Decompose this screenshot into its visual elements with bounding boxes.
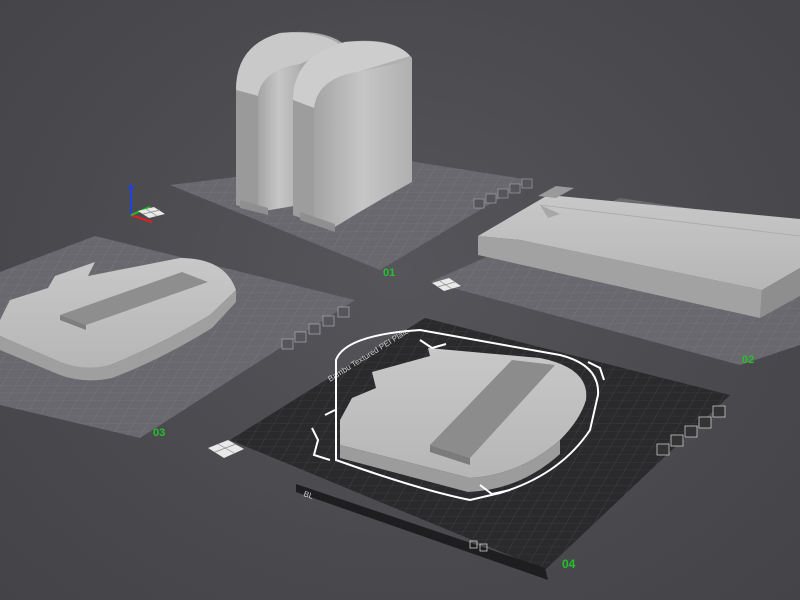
plate-2-number: 02	[742, 354, 754, 366]
scene-canvas[interactable]: 01 02 03 BL Bambu Textured PEI Plate 04	[0, 0, 800, 600]
plate-1-number: 01	[383, 267, 395, 279]
plate-4-logo: BL	[302, 489, 315, 501]
close-icon[interactable]	[712, 405, 726, 418]
plate-3-number: 03	[153, 427, 165, 439]
plate-4[interactable]: BL Bambu Textured PEI Plate 04	[208, 318, 730, 580]
arrange-icon[interactable]	[497, 188, 509, 199]
plate-4-number: 04	[562, 557, 576, 571]
orient-icon[interactable]	[670, 434, 684, 447]
lock-icon[interactable]	[322, 315, 335, 327]
settings-icon[interactable]	[281, 338, 294, 350]
plate-1-logo-icon	[138, 207, 165, 218]
orient-icon[interactable]	[485, 193, 497, 204]
3d-viewport[interactable]: 01 02 03 BL Bambu Textured PEI Plate 04	[0, 0, 800, 600]
close-icon[interactable]	[521, 178, 533, 189]
settings-icon[interactable]	[656, 443, 670, 456]
plate-1[interactable]: 01	[128, 31, 533, 279]
orient-icon[interactable]	[294, 331, 307, 343]
arrange-icon[interactable]	[684, 425, 698, 438]
lock-icon[interactable]	[509, 183, 521, 194]
settings-icon[interactable]	[473, 198, 485, 209]
lock-icon[interactable]	[698, 416, 712, 429]
arrange-icon[interactable]	[308, 323, 321, 335]
close-icon[interactable]	[337, 306, 350, 318]
